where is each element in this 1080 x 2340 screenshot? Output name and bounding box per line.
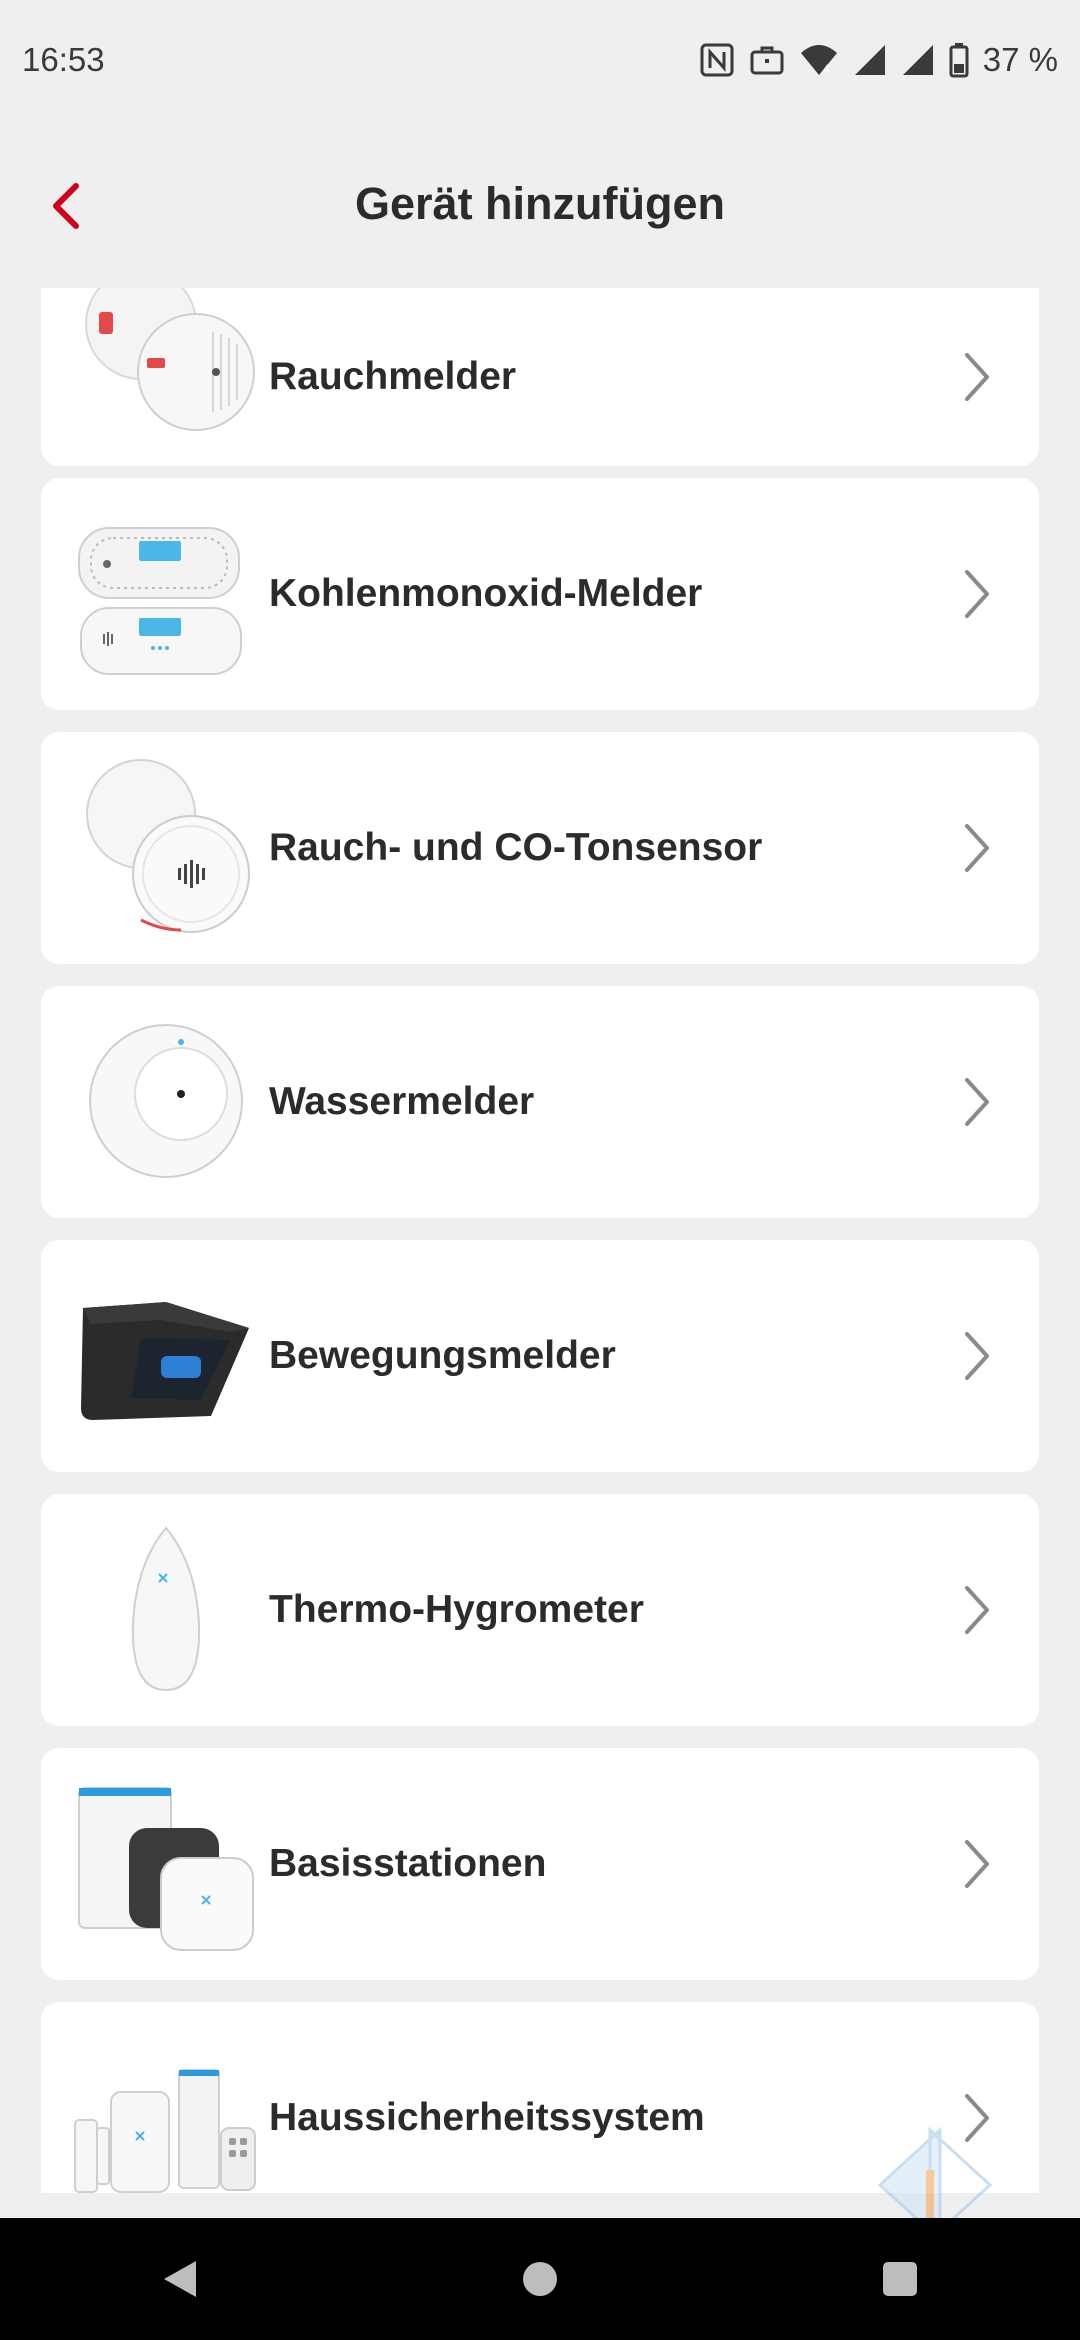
water-detector-image xyxy=(71,1006,261,1196)
page-title: Gerät hinzufügen xyxy=(355,178,725,229)
device-card-basisstationen[interactable]: Basisstationen xyxy=(41,1748,1039,1980)
chevron-right-icon xyxy=(965,1586,989,1634)
system-navigation-bar xyxy=(0,2218,1080,2340)
chevron-right-icon xyxy=(965,1078,989,1126)
base-station-image xyxy=(71,1768,261,1958)
smoke-detector-image xyxy=(71,288,261,444)
signal-icon xyxy=(854,45,885,75)
motion-detector-image xyxy=(71,1260,261,1450)
device-list[interactable]: Rauchmelder Kohlenmonoxid-Melder Rauch- … xyxy=(0,288,1080,2193)
device-card-rauch-und-co-tonsensor[interactable]: Rauch- und CO-Tonsensor xyxy=(41,732,1039,964)
device-label: Wassermelder xyxy=(269,1080,535,1123)
device-card-thermo-hygrometer[interactable]: Thermo-Hygrometer xyxy=(41,1494,1039,1726)
battery-icon xyxy=(949,43,969,78)
device-label: Haussicherheitssystem xyxy=(269,2096,705,2139)
chevron-right-icon xyxy=(965,570,989,618)
status-time: 16:53 xyxy=(22,41,105,78)
signal-icon xyxy=(902,45,933,75)
briefcase-icon xyxy=(750,46,784,75)
device-card-kohlenmonoxid-melder[interactable]: Kohlenmonoxid-Melder xyxy=(41,478,1039,710)
device-card-rauchmelder[interactable]: Rauchmelder xyxy=(41,288,1039,466)
device-label: Thermo-Hygrometer xyxy=(269,1588,644,1631)
chevron-right-icon xyxy=(965,353,989,401)
nav-recents-button[interactable] xyxy=(840,2229,960,2329)
home-security-system-image xyxy=(71,2022,261,2193)
status-bar: 16:53 4 37 % xyxy=(0,0,1080,120)
device-label: Bewegungsmelder xyxy=(269,1334,616,1377)
app-header: Gerät hinzufügen xyxy=(0,120,1080,290)
chevron-right-icon xyxy=(965,1840,989,1888)
thermo-hygrometer-image xyxy=(71,1514,261,1704)
status-icons: 4 37 % xyxy=(699,41,1058,79)
device-label: Kohlenmonoxid-Melder xyxy=(269,572,703,615)
nav-home-button[interactable] xyxy=(480,2229,600,2329)
device-label: Rauch- und CO-Tonsensor xyxy=(269,826,763,869)
device-label: Rauchmelder xyxy=(269,355,517,398)
back-triangle-icon xyxy=(164,2261,196,2297)
chevron-right-icon xyxy=(965,1332,989,1380)
chevron-right-icon xyxy=(965,824,989,872)
device-card-bewegungsmelder[interactable]: Bewegungsmelder xyxy=(41,1240,1039,1472)
wifi-icon: 4 xyxy=(800,45,837,76)
nfc-icon xyxy=(700,43,734,77)
device-label: Basisstationen xyxy=(269,1842,547,1885)
device-card-wassermelder[interactable]: Wassermelder xyxy=(41,986,1039,1218)
battery-percent: 37 % xyxy=(982,41,1058,78)
sound-sensor-image xyxy=(71,752,261,942)
co-detector-image xyxy=(71,498,261,688)
home-circle-icon xyxy=(523,2262,557,2296)
svg-text:4: 4 xyxy=(823,62,830,76)
recents-square-icon xyxy=(883,2262,917,2296)
nav-back-button[interactable] xyxy=(120,2229,240,2329)
